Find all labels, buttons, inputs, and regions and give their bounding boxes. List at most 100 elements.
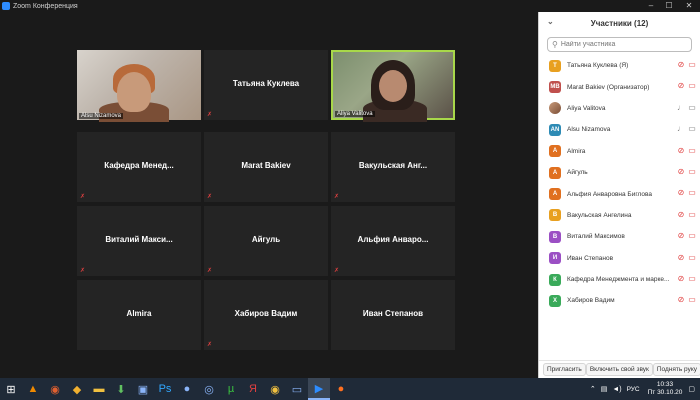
tile-name: Marat Bakiev: [241, 161, 291, 170]
video-tile[interactable]: Иван Степанов: [331, 280, 455, 350]
app-globe-icon[interactable]: ●: [176, 378, 198, 400]
participant-row[interactable]: Х Хабиров Вадим ⊘ ▭: [539, 290, 700, 311]
mic-muted-icon: ⊘: [677, 231, 685, 241]
raise-hand-button[interactable]: Поднять руку: [652, 363, 700, 376]
zoom-taskbar-icon[interactable]: ▶: [308, 378, 330, 400]
video-off-icon: ▭: [688, 273, 696, 283]
mic-muted-icon: ⊘: [677, 60, 685, 69]
tray-arrow-icon[interactable]: ⌃: [590, 385, 596, 393]
video-off-icon: ▭: [688, 209, 696, 219]
network-app-icon[interactable]: ◎: [198, 378, 220, 400]
participant-name: Хабиров Вадим: [567, 297, 615, 305]
participant-name: Иван Степанов: [567, 254, 614, 262]
muted-mic-icon: ✗: [80, 268, 86, 274]
tile-name-label: Alsu Nizamova: [79, 113, 124, 119]
participant-name: Almira: [567, 147, 586, 155]
video-tile[interactable]: Вакульская Анг... ✗: [331, 132, 455, 202]
video-tile[interactable]: Almira: [77, 280, 201, 350]
participants-panel: ⌄ Участники (12) ⚲ Т Татьяна Куклева (Я) ⊘…: [538, 12, 700, 378]
participant-row[interactable]: A Almira ⊘ ▭: [539, 141, 700, 162]
avatar: А: [549, 166, 561, 179]
tile-name: Иван Степанов: [362, 309, 424, 318]
muted-mic-icon: ✗: [334, 194, 340, 200]
muted-mic-icon: ✗: [334, 268, 340, 274]
network-icon[interactable]: ▤: [601, 385, 608, 393]
video-tile[interactable]: Marat Bakiev ✗: [204, 132, 328, 202]
participant-row[interactable]: В Виталий Максимов ⊘ ▭: [539, 226, 700, 247]
media-player-icon[interactable]: ◉: [44, 378, 66, 400]
tile-name: Вакульская Анг...: [358, 161, 428, 170]
tile-name: Виталий Макси...: [105, 235, 173, 244]
system-tray: ⌃ ▤ ◄) РУС 10:33 Пт 30.10.20 ▢: [590, 378, 700, 400]
participant-name: Aliya Valitova: [567, 104, 606, 112]
video-tile[interactable]: Айгуль ✗: [204, 206, 328, 276]
avatar: Т: [549, 59, 561, 72]
search-input[interactable]: [560, 41, 691, 48]
participant-row[interactable]: Aliya Valitova ♩ ▭: [539, 98, 700, 119]
video-tile[interactable]: Альфия Анваро... ✗: [331, 206, 455, 276]
participant-name: Кафедра Менеджмента и марке...: [567, 276, 670, 284]
maximize-button[interactable]: ☐: [662, 0, 676, 12]
minimize-button[interactable]: –: [644, 0, 658, 12]
chevron-down-icon[interactable]: ⌄: [547, 17, 554, 26]
clock[interactable]: 10:33 Пт 30.10.20: [648, 381, 683, 397]
unmute-button[interactable]: Включить свой звук: [585, 363, 653, 376]
participant-row[interactable]: Т Татьяна Куклева (Я) ⊘ ▭: [539, 55, 700, 76]
firefox-icon[interactable]: ●: [330, 378, 352, 400]
yandex-icon[interactable]: Я: [242, 378, 264, 400]
close-button[interactable]: ✕: [682, 0, 696, 12]
muted-mic-icon: ✗: [207, 342, 213, 348]
video-off-icon: ▭: [688, 295, 696, 305]
participant-search[interactable]: ⚲: [547, 37, 692, 52]
video-tile[interactable]: Татьяна Куклева ✗: [204, 50, 328, 120]
language-indicator[interactable]: РУС: [627, 386, 640, 393]
video-off-icon: ▭: [688, 60, 696, 69]
vlc-icon[interactable]: ▲: [22, 378, 44, 400]
video-tile[interactable]: Виталий Макси... ✗: [77, 206, 201, 276]
volume-icon[interactable]: ◄): [612, 386, 621, 393]
file-explorer-icon[interactable]: ▬: [88, 378, 110, 400]
participants-header: ⌄ Участники (12): [539, 12, 700, 34]
video-tile[interactable]: Aliya Valitova: [331, 50, 455, 122]
participant-row[interactable]: AN Alsu Nizamova ♩ ▭: [539, 119, 700, 140]
notifications-icon[interactable]: ▢: [688, 385, 695, 393]
mic-muted-icon: ⊘: [677, 273, 685, 283]
participant-name: Татьяна Куклева (Я): [567, 62, 629, 70]
mic-muted-icon: ⊘: [677, 252, 685, 262]
tile-name: Альфия Анваро...: [357, 235, 429, 244]
participant-row[interactable]: А Альфия Анваровна Биглова ⊘ ▭: [539, 183, 700, 204]
windows-start-icon[interactable]: ⊞: [0, 378, 22, 400]
video-icon: ▭: [688, 102, 696, 112]
avatar: [549, 102, 561, 115]
tile-name: Татьяна Куклева: [232, 79, 300, 88]
tile-name: Айгуль: [251, 235, 281, 244]
muted-mic-icon: ✗: [207, 194, 213, 200]
mic-muted-icon: ⊘: [677, 81, 685, 91]
participants-title: Участники (12): [590, 18, 649, 28]
mic-muted-icon: ⊘: [677, 188, 685, 198]
utorrent-icon[interactable]: µ: [220, 378, 242, 400]
participant-row[interactable]: В Вакульская Ангелина ⊘ ▭: [539, 205, 700, 226]
participant-name: Виталий Максимов: [567, 233, 625, 241]
participant-row[interactable]: К Кафедра Менеджмента и марке... ⊘ ▭: [539, 269, 700, 290]
mic-muted-icon: ⊘: [677, 145, 685, 155]
photoshop-icon[interactable]: Ps: [154, 378, 176, 400]
download-manager-icon[interactable]: ⬇: [110, 378, 132, 400]
participant-row[interactable]: А Айгуль ⊘ ▭: [539, 162, 700, 183]
participant-row[interactable]: MB Marat Bakiev (Организатор) ⊘ ▭: [539, 76, 700, 97]
video-tile[interactable]: Alsu Nizamova: [77, 50, 201, 122]
avatar: MB: [549, 81, 561, 94]
aimp-icon[interactable]: ◆: [66, 378, 88, 400]
image-viewer-icon[interactable]: ▣: [132, 378, 154, 400]
mic-muted-icon: ⊘: [677, 295, 685, 305]
chrome-icon[interactable]: ◉: [264, 378, 286, 400]
video-tile[interactable]: Кафедра Менед... ✗: [77, 132, 201, 202]
window-app-icon[interactable]: ▭: [286, 378, 308, 400]
avatar: В: [549, 209, 561, 222]
avatar: А: [549, 188, 561, 201]
avatar: AN: [549, 123, 561, 136]
participant-row[interactable]: И Иван Степанов ⊘ ▭: [539, 248, 700, 269]
window-title: Zoom Конференция: [13, 2, 78, 10]
invite-button[interactable]: Пригласить: [543, 363, 586, 376]
video-tile[interactable]: Хабиров Вадим ✗: [204, 280, 328, 350]
